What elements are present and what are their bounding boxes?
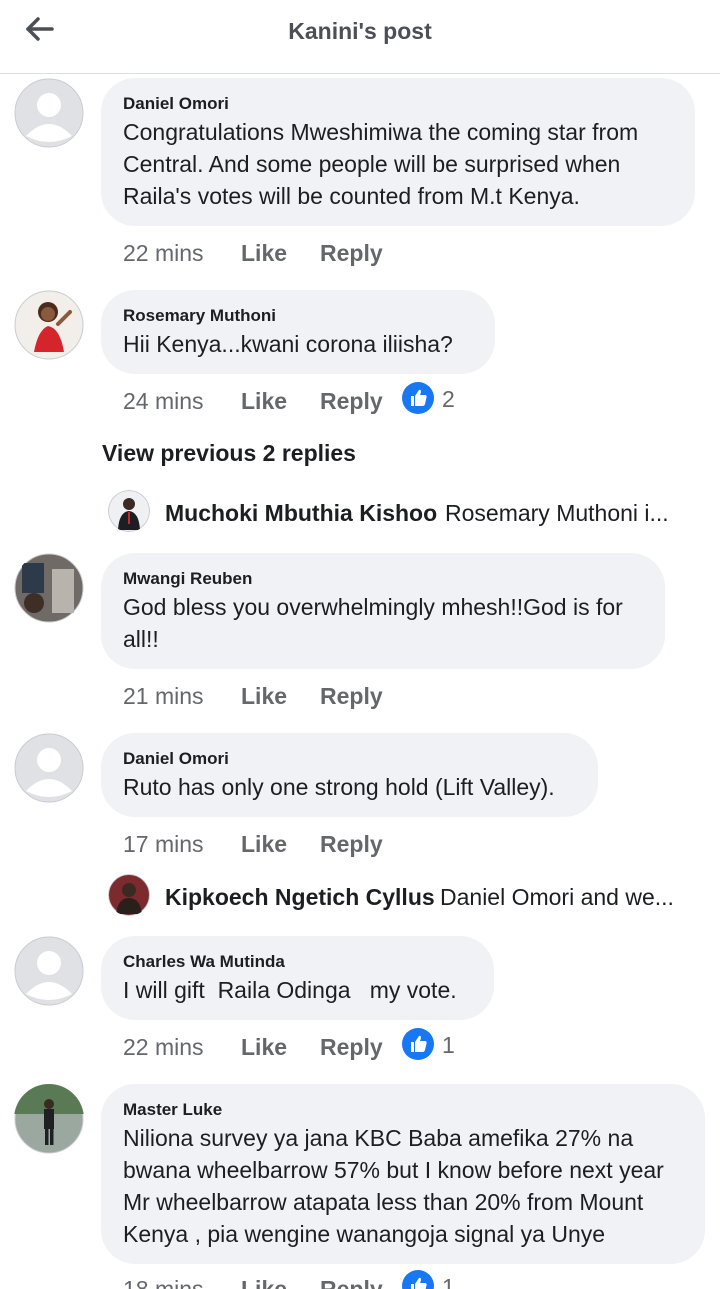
reply-preview[interactable]: Muchoki Mbuthia Kishoo Rosemary Muthoni … <box>108 490 708 534</box>
comment-time: 24 mins <box>123 388 204 414</box>
comment-text-line: God bless you overwhelmingly mhesh!!God … <box>123 594 623 620</box>
like-reaction-icon[interactable] <box>402 1270 434 1289</box>
user-avatar[interactable] <box>108 874 150 916</box>
user-avatar[interactable] <box>108 490 150 532</box>
page-title: Kanini's post <box>288 18 432 44</box>
reply-button[interactable]: Reply <box>320 831 383 858</box>
reaction-count[interactable]: 1 <box>442 1032 455 1059</box>
comment-text-line: Central. And some people will be surpris… <box>123 151 621 177</box>
reply-button[interactable]: Reply <box>320 1034 383 1061</box>
default-avatar-icon[interactable] <box>14 733 84 803</box>
comment-author[interactable]: Master Luke <box>123 1100 222 1120</box>
like-reaction-icon[interactable] <box>402 1028 434 1060</box>
comment-text-line: bwana wheelbarrow 57% but I know before … <box>123 1157 664 1183</box>
comment-bubble[interactable]: Daniel Omori Ruto has only one strong ho… <box>101 733 598 817</box>
comment-text-line: Mr wheelbarrow atapata less than 20% fro… <box>123 1189 644 1215</box>
comment-author[interactable]: Charles Wa Mutinda <box>123 952 285 972</box>
reaction-count[interactable]: 1 <box>442 1274 455 1289</box>
like-button[interactable]: Like <box>241 388 287 415</box>
comment-text-line: Ruto has only one strong hold (Lift Vall… <box>123 774 555 800</box>
comment-text-line: Raila's votes will be counted from M.t K… <box>123 183 580 209</box>
comment-time: 18 mins <box>123 1276 204 1289</box>
reply-button[interactable]: Reply <box>320 1276 383 1289</box>
comment-text-line: all!! <box>123 626 159 652</box>
reply-button[interactable]: Reply <box>320 683 383 710</box>
comment-text-line: Kenya , pia wengine wanangoja signal ya … <box>123 1221 606 1247</box>
default-avatar-icon[interactable] <box>14 78 84 148</box>
comment-time: 21 mins <box>123 683 204 709</box>
reply-preview[interactable]: Kipkoech Ngetich Cyllus Daniel Omori and… <box>108 874 708 918</box>
like-button[interactable]: Like <box>241 831 287 858</box>
reaction-count[interactable]: 2 <box>442 386 455 413</box>
comment-bubble[interactable]: Mwangi Reuben God bless you overwhelming… <box>101 553 665 669</box>
like-button[interactable]: Like <box>241 240 287 267</box>
comment-author[interactable]: Rosemary Muthoni <box>123 306 276 326</box>
comment-text-line: Hii Kenya...kwani corona iliisha? <box>123 331 453 357</box>
comment-text-line: Congratulations Mweshimiwa the coming st… <box>123 119 639 145</box>
like-button[interactable]: Like <box>241 1276 287 1289</box>
default-avatar-icon[interactable] <box>14 936 84 1006</box>
reply-author[interactable]: Muchoki Mbuthia Kishoo <box>165 500 437 527</box>
like-button[interactable]: Like <box>241 683 287 710</box>
comment-time: 17 mins <box>123 831 204 857</box>
comment-bubble[interactable]: Daniel Omori Congratulations Mweshimiwa … <box>101 78 695 226</box>
reply-button[interactable]: Reply <box>320 240 383 267</box>
comment-bubble[interactable]: Master Luke Niliona survey ya jana KBC B… <box>101 1084 705 1264</box>
top-bar: Kanini's post <box>0 0 720 74</box>
comment-author[interactable]: Mwangi Reuben <box>123 569 252 589</box>
reply-snippet: Rosemary Muthoni i... <box>445 500 669 526</box>
comment-text-line: Niliona survey ya jana KBC Baba amefika … <box>123 1125 634 1151</box>
reply-author[interactable]: Kipkoech Ngetich Cyllus <box>165 884 435 911</box>
comment-author[interactable]: Daniel Omori <box>123 749 229 769</box>
reply-snippet: Daniel Omori and we... <box>440 884 674 910</box>
user-avatar[interactable] <box>14 290 84 360</box>
comment-text-line: I will gift Raila Odinga my vote. <box>123 977 457 1003</box>
user-avatar[interactable] <box>14 1084 84 1154</box>
like-button[interactable]: Like <box>241 1034 287 1061</box>
view-previous-replies-link[interactable]: View previous 2 replies <box>102 440 356 467</box>
comment-bubble[interactable]: Rosemary Muthoni Hii Kenya...kwani coron… <box>101 290 495 374</box>
comment-bubble[interactable]: Charles Wa Mutinda I will gift Raila Odi… <box>101 936 494 1020</box>
comment-time: 22 mins <box>123 240 204 266</box>
reply-button[interactable]: Reply <box>320 388 383 415</box>
comment-author[interactable]: Daniel Omori <box>123 94 229 114</box>
user-avatar[interactable] <box>14 553 84 623</box>
like-reaction-icon[interactable] <box>402 382 434 414</box>
comment-time: 22 mins <box>123 1034 204 1060</box>
